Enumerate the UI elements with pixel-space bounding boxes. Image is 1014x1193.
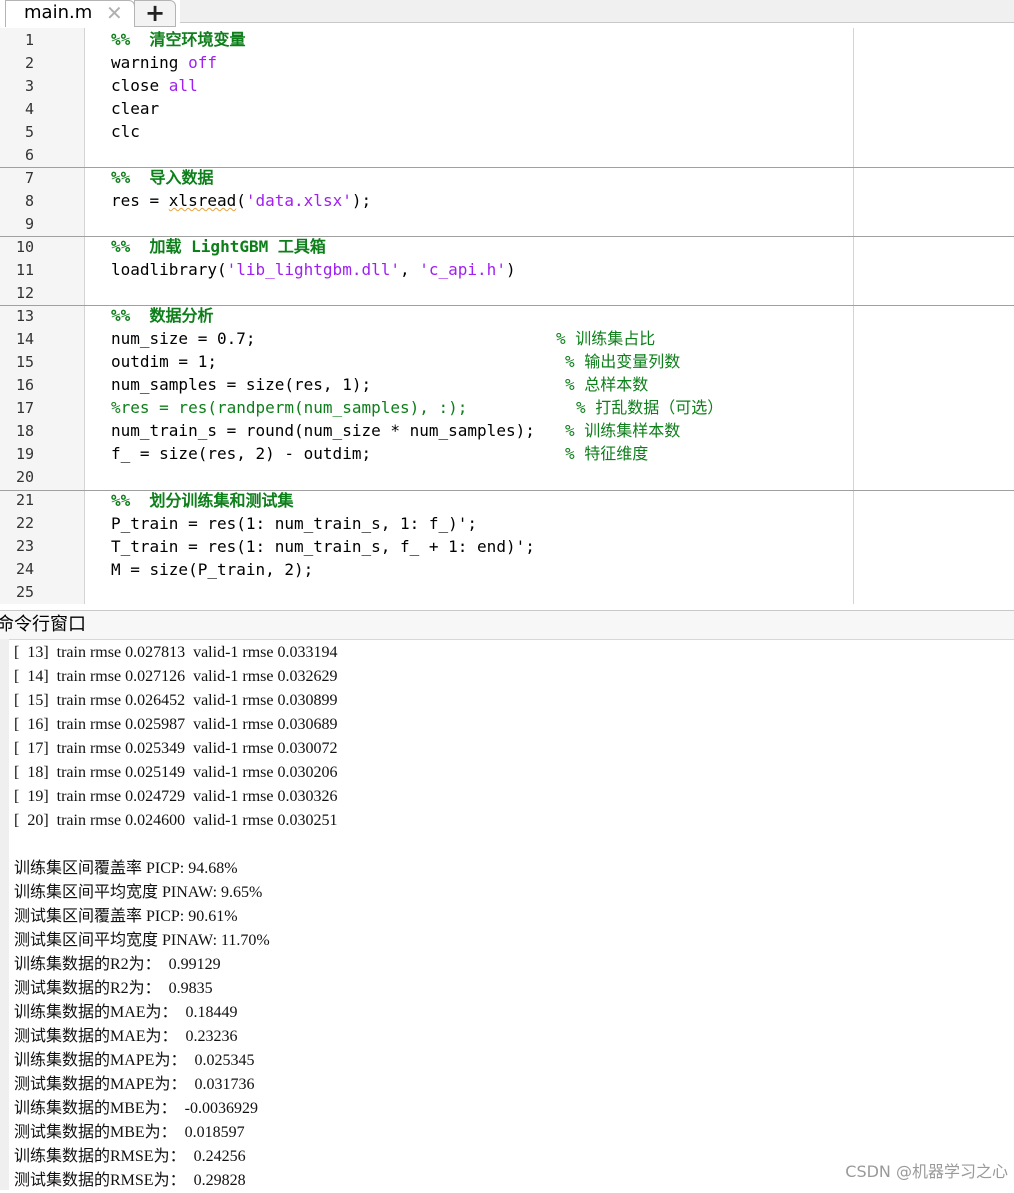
comment-line-14: % 训练集占比	[556, 329, 656, 348]
comment-line-18: % 训练集样本数	[565, 421, 681, 440]
right-margin-line	[853, 28, 854, 604]
line-number: 9	[24, 215, 34, 233]
metric-output-line: 训练集数据的MBE为： -0.0036929	[14, 1100, 259, 1117]
line-number: 18	[15, 422, 34, 440]
code-line-11: loadlibrary('lib_lightgbm.dll', 'c_api.h…	[111, 260, 516, 279]
iteration-log-line: [ 14] train rmse 0.027126 valid-1 rmse 0…	[14, 668, 338, 685]
code-line-13: %% 数据分析	[111, 306, 214, 325]
code-line-8: res = xlsread('data.xlsx');	[111, 191, 372, 210]
code-line-18: num_train_s = round(num_size * num_sampl…	[111, 421, 535, 440]
line-number: 5	[24, 123, 34, 141]
line-number: 22	[15, 514, 34, 532]
line-number: 12	[15, 284, 34, 302]
metric-output-line: 测试集数据的RMSE为： 0.29828	[14, 1172, 246, 1189]
line-number: 3	[24, 77, 34, 95]
metric-output-line: 训练集区间覆盖率 PICP: 94.68%	[14, 860, 238, 877]
code-line-15: outdim = 1;	[111, 352, 217, 371]
line-number: 7	[24, 169, 34, 187]
line-number: 10	[15, 238, 34, 256]
line-number: 21	[15, 491, 34, 509]
line-number: 19	[15, 445, 34, 463]
command-window-titlebar: 命令行窗口	[0, 610, 1014, 640]
tab-label: main.m	[24, 2, 93, 23]
command-window-left-bar	[0, 639, 9, 1190]
code-editor[interactable]: 1 2 3 4 5 6 7 8 9 10 11 12 13 14 15 16 17 18 19 20 21 22 23 24 2…	[0, 28, 1014, 604]
code-line-10: %% 加载 LightGBM 工具箱	[111, 237, 326, 256]
line-number: 17	[15, 399, 34, 417]
metric-output-line: 测试集数据的MBE为： 0.018597	[14, 1124, 245, 1141]
tab-main-m[interactable]: main.m ✕	[5, 0, 135, 27]
code-line-5: clc	[111, 122, 140, 141]
new-tab-button[interactable]: +	[134, 0, 176, 27]
code-line-4: clear	[111, 99, 160, 118]
iteration-log-line: [ 19] train rmse 0.024729 valid-1 rmse 0…	[14, 788, 338, 805]
gutter-divider	[84, 28, 85, 604]
code-line-22: P_train = res(1: num_train_s, 1: f_)';	[111, 514, 478, 533]
line-number: 15	[15, 353, 34, 371]
metric-output-line: 训练集数据的RMSE为： 0.24256	[14, 1148, 246, 1165]
metric-output-line: 训练集数据的R2为： 0.99129	[14, 956, 221, 973]
watermark: CSDN @机器学习之心	[845, 1162, 1008, 1181]
iteration-log-line: [ 18] train rmse 0.025149 valid-1 rmse 0…	[14, 764, 338, 781]
line-number: 20	[15, 468, 34, 486]
line-number: 1	[24, 31, 34, 49]
code-line-19: f_ = size(res, 2) - outdim;	[111, 444, 372, 463]
line-number: 25	[15, 583, 34, 601]
comment-line-19: % 特征维度	[565, 444, 649, 463]
metric-output-line: 训练集数据的MAPE为： 0.025345	[14, 1052, 255, 1069]
metric-output-line: 测试集区间覆盖率 PICP: 90.61%	[14, 908, 238, 925]
metric-output-line: 训练集数据的MAE为： 0.18449	[14, 1004, 238, 1021]
code-line-14: num_size = 0.7;	[111, 329, 256, 348]
line-number: 2	[24, 54, 34, 72]
line-number: 14	[15, 330, 34, 348]
metric-output-line: 测试集数据的MAE为： 0.23236	[14, 1028, 238, 1045]
code-line-21: %% 划分训练集和测试集	[111, 491, 294, 510]
line-number: 6	[24, 146, 34, 164]
iteration-log-line: [ 13] train rmse 0.027813 valid-1 rmse 0…	[14, 644, 338, 661]
command-window[interactable]: 命令行窗口 [ 13] train rmse 0.027813 valid-1 …	[0, 604, 1014, 1190]
code-line-3: close all	[111, 76, 198, 95]
line-number: 16	[15, 376, 34, 394]
metric-output-line: 测试集数据的MAPE为： 0.031736	[14, 1076, 255, 1093]
code-line-23: T_train = res(1: num_train_s, f_ + 1: en…	[111, 537, 535, 556]
close-icon[interactable]: ✕	[106, 1, 123, 25]
iteration-log-line: [ 17] train rmse 0.025349 valid-1 rmse 0…	[14, 740, 338, 757]
code-line-7: %% 导入数据	[111, 168, 214, 187]
iteration-log-line: [ 16] train rmse 0.025987 valid-1 rmse 0…	[14, 716, 338, 733]
comment-line-16: % 总样本数	[565, 375, 649, 394]
line-number: 13	[15, 307, 34, 325]
metric-output-line: 测试集区间平均宽度 PINAW: 11.70%	[14, 932, 270, 949]
command-window-title: 命令行窗口	[0, 614, 86, 635]
line-number: 8	[24, 192, 34, 210]
iteration-log-line: [ 15] train rmse 0.026452 valid-1 rmse 0…	[14, 692, 338, 709]
editor-tab-bar: main.m ✕ +	[0, 0, 1014, 28]
code-line-1: %% 清空环境变量	[111, 30, 246, 49]
line-number: 4	[24, 100, 34, 118]
metric-output-line: 训练集区间平均宽度 PINAW: 9.65%	[14, 884, 263, 901]
comment-line-15: % 输出变量列数	[565, 352, 681, 371]
plus-icon: +	[145, 0, 166, 27]
code-line-16: num_samples = size(res, 1);	[111, 375, 372, 394]
code-line-2: warning off	[111, 53, 217, 72]
comment-line-17: % 打乱数据（可选）	[576, 398, 724, 417]
metric-output-line: 测试集数据的R2为： 0.9835	[14, 980, 213, 997]
tab-strip-background	[180, 0, 1014, 23]
code-line-24: M = size(P_train, 2);	[111, 560, 314, 579]
code-line-17: %res = res(randperm(num_samples), :);	[111, 398, 468, 417]
line-number: 23	[15, 537, 34, 555]
line-number: 11	[15, 261, 34, 279]
iteration-log-line: [ 20] train rmse 0.024600 valid-1 rmse 0…	[14, 812, 338, 829]
line-number: 24	[15, 560, 34, 578]
